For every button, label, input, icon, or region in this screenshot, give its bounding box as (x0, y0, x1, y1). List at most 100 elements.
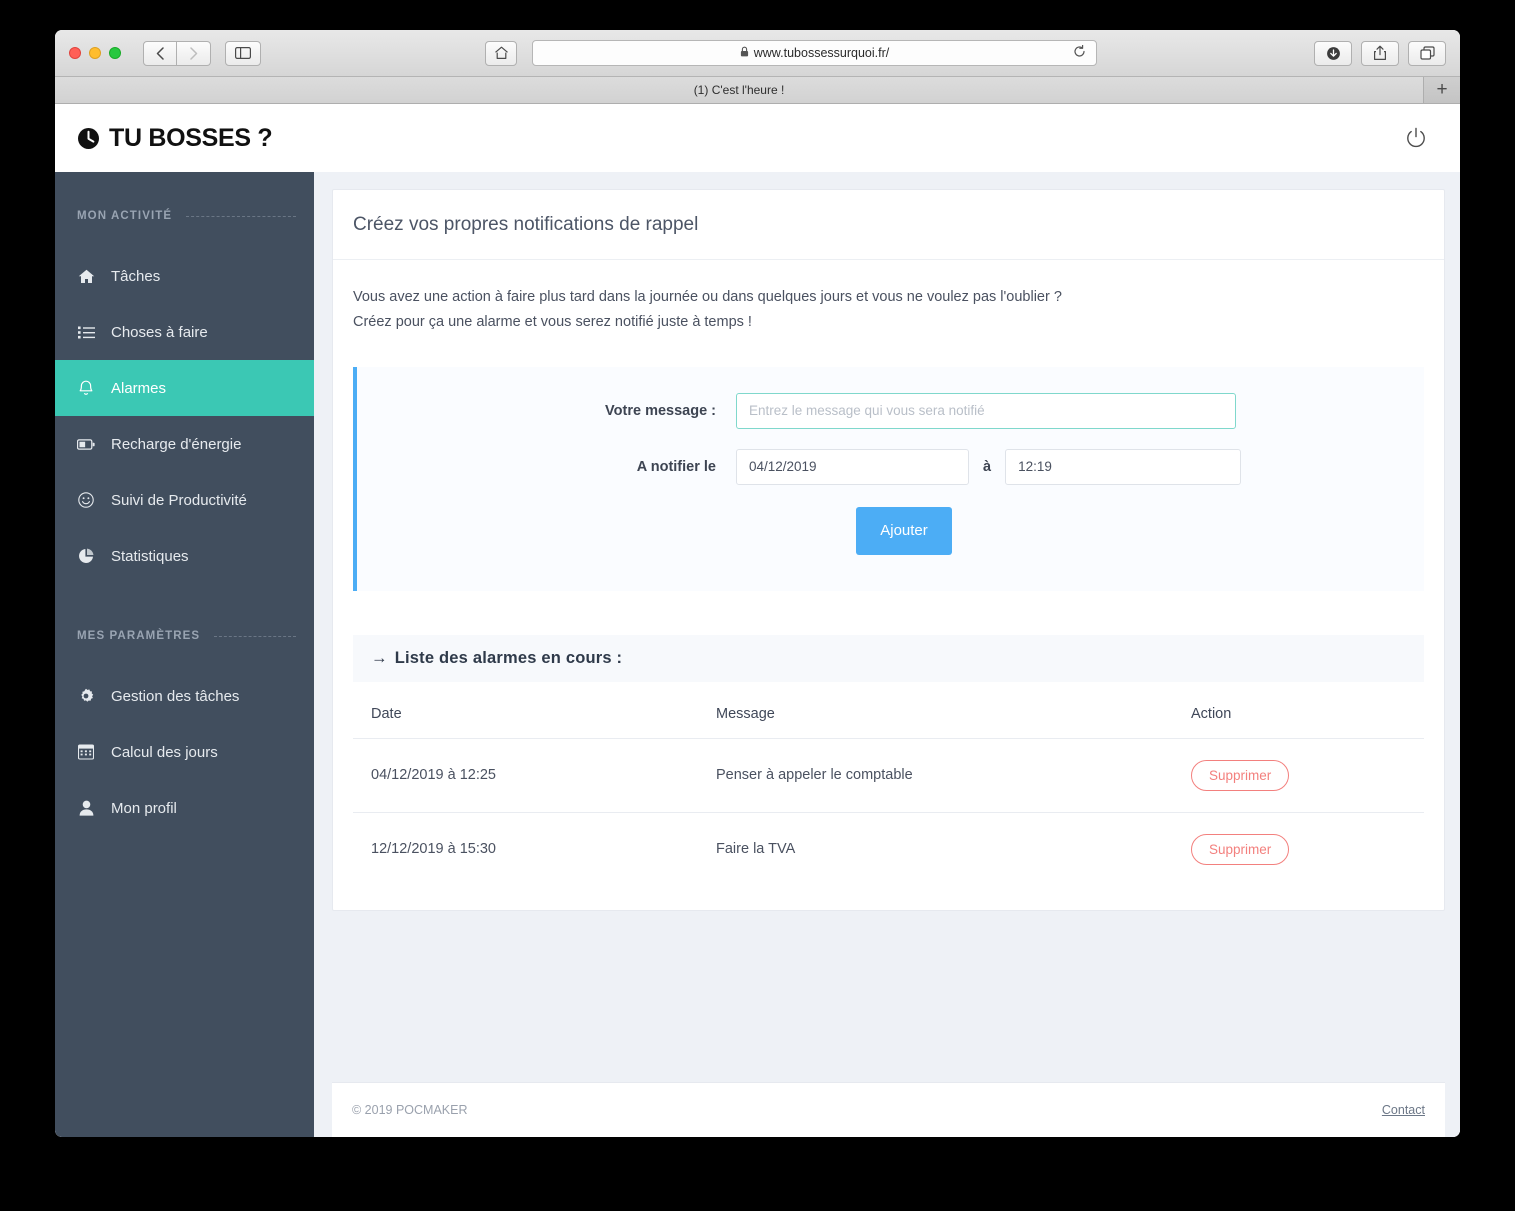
top-bar (314, 104, 1460, 172)
page-content: Créez vos propres notifications de rappe… (314, 172, 1460, 1137)
table-row: 04/12/2019 à 12:25 Penser à appeler le c… (353, 738, 1424, 813)
sidebar-item-suivi-productivite[interactable]: Suivi de Productivité (55, 472, 314, 528)
tab-cest-lheure[interactable]: (1) C'est l'heure ! (55, 77, 1424, 103)
battery-icon (77, 438, 95, 450)
list-icon (77, 326, 95, 339)
brand-logo[interactable]: TU BOSSES ? (55, 104, 314, 172)
sidebar-heading-settings: MES PARAMÈTRES (55, 630, 314, 642)
arrow-right-icon: → (371, 648, 388, 667)
message-input[interactable] (736, 392, 1236, 429)
sidebar-item-recharge-energie[interactable]: Recharge d'énergie (55, 416, 314, 472)
downloads-button[interactable] (1314, 40, 1352, 66)
url-text: www.tubossessurquoi.fr/ (753, 46, 890, 60)
address-bar[interactable]: www.tubossessurquoi.fr/ (532, 40, 1097, 66)
sidebar-item-label: Statistiques (111, 547, 189, 565)
page-spacer (332, 911, 1445, 1082)
cell-date: 12/12/2019 à 15:30 (371, 841, 496, 858)
sidebar-item-label: Calcul des jours (111, 743, 218, 761)
alarms-card: Créez vos propres notifications de rappe… (332, 189, 1445, 911)
browser-window: www.tubossessurquoi.fr/ (1) C'est l'heur… (55, 30, 1460, 1137)
sidebar-item-alarmes[interactable]: Alarmes (55, 360, 314, 416)
new-tab-button[interactable]: + (1424, 77, 1460, 103)
app-container: TU BOSSES ? MON ACTIVITÉ Tâches Choses à… (55, 104, 1460, 1137)
minimize-window-button[interactable] (89, 47, 101, 59)
sidebar-item-label: Choses à faire (111, 323, 208, 341)
back-button[interactable] (143, 40, 177, 66)
intro-line-1: Vous avez une action à faire plus tard d… (353, 289, 1062, 305)
chevron-right-icon (189, 46, 197, 60)
column-header-date: Date (353, 689, 698, 739)
sidebar-item-calcul-des-jours[interactable]: Calcul des jours (55, 724, 314, 780)
time-input[interactable] (1005, 448, 1242, 485)
user-icon (77, 800, 95, 816)
sidebar-item-label: Recharge d'énergie (111, 435, 242, 453)
pie-chart-icon (77, 548, 95, 564)
column-header-message: Message (698, 689, 1173, 739)
datetime-row: A notifier le à (357, 448, 1424, 485)
divider-dashed (214, 635, 296, 637)
bell-icon (77, 380, 95, 397)
window-controls (69, 47, 121, 59)
alarms-list-heading: → Liste des alarmes en cours : (353, 634, 1424, 682)
reload-button[interactable] (1073, 44, 1086, 61)
cell-message: Faire la TVA (716, 841, 796, 858)
forward-button[interactable] (177, 40, 211, 66)
share-button[interactable] (1361, 40, 1399, 66)
download-icon (1326, 46, 1340, 60)
table-head: Date Message Action (353, 689, 1424, 739)
contact-link[interactable]: Contact (1382, 1103, 1425, 1117)
sidebar-heading-label: MON ACTIVITÉ (77, 210, 173, 222)
chevron-left-icon (156, 46, 164, 60)
close-window-button[interactable] (69, 47, 81, 59)
sidebar-item-choses-a-faire[interactable]: Choses à faire (55, 304, 314, 360)
alarms-table: Date Message Action 04/12/2019 à 12:25 P… (353, 689, 1424, 886)
divider-dashed (186, 215, 296, 217)
cell-date: 04/12/2019 à 12:25 (353, 738, 698, 813)
date-label: A notifier le (636, 458, 716, 475)
toolbar-right-buttons (1314, 40, 1446, 66)
alarms-list-heading-label: Liste des alarmes en cours : (394, 648, 623, 667)
content-area: Créez vos propres notifications de rappe… (314, 104, 1460, 1137)
gear-icon (77, 688, 95, 704)
sidebar: TU BOSSES ? MON ACTIVITÉ Tâches Choses à… (55, 104, 314, 1137)
tab-bar: (1) C'est l'heure ! + (55, 77, 1460, 104)
home-button[interactable] (485, 40, 517, 66)
page-title: Créez vos propres notifications de rappe… (333, 190, 1444, 260)
cell-action: Supprimer (1173, 738, 1424, 813)
sidebar-section-settings: MES PARAMÈTRES Gestion des tâches Calcul… (55, 630, 314, 836)
brand-title: TU BOSSES ? (109, 123, 273, 152)
sidebar-item-label: Mon profil (111, 799, 177, 817)
maximize-window-button[interactable] (109, 47, 121, 59)
sidebar-item-label: Tâches (111, 267, 161, 285)
show-sidebar-button[interactable] (225, 40, 261, 66)
sidebar-item-label: Alarmes (111, 379, 167, 397)
date-input[interactable] (736, 448, 969, 485)
add-alarm-button[interactable]: Ajouter (856, 506, 952, 555)
cell-action: Supprimer (1173, 812, 1424, 886)
reload-icon (1074, 44, 1085, 57)
sidebar-section-activity: MON ACTIVITÉ Tâches Choses à faire Alarm… (55, 210, 314, 584)
table-header-row: Date Message Action (353, 689, 1424, 739)
navigation-buttons (143, 40, 211, 66)
smiley-icon (77, 492, 95, 508)
submit-row: Ajouter (357, 506, 1424, 555)
sidebar-item-gestion-des-taches[interactable]: Gestion des tâches (55, 668, 314, 724)
share-icon (1374, 45, 1386, 60)
power-icon[interactable] (1405, 127, 1427, 149)
show-all-tabs-button[interactable] (1408, 40, 1446, 66)
datetime-separator: à (983, 458, 992, 475)
sidebar-icon (235, 47, 251, 59)
delete-alarm-button[interactable]: Supprimer (1191, 833, 1290, 865)
column-header-action: Action (1173, 689, 1424, 739)
calendar-icon (77, 744, 95, 760)
sidebar-item-label: Suivi de Productivité (111, 491, 247, 509)
footer-copyright: © 2019 POCMAKER (352, 1103, 468, 1117)
home-icon (494, 46, 508, 59)
delete-alarm-button[interactable]: Supprimer (1191, 759, 1290, 791)
sidebar-item-mon-profil[interactable]: Mon profil (55, 780, 314, 836)
sidebar-item-taches[interactable]: Tâches (55, 248, 314, 304)
sidebar-item-statistiques[interactable]: Statistiques (55, 528, 314, 584)
intro-text: Vous avez une action à faire plus tard d… (353, 285, 1424, 335)
card-body: Vous avez une action à faire plus tard d… (333, 260, 1444, 910)
table-row: 12/12/2019 à 15:30 Faire la TVA Supprime… (353, 812, 1424, 886)
